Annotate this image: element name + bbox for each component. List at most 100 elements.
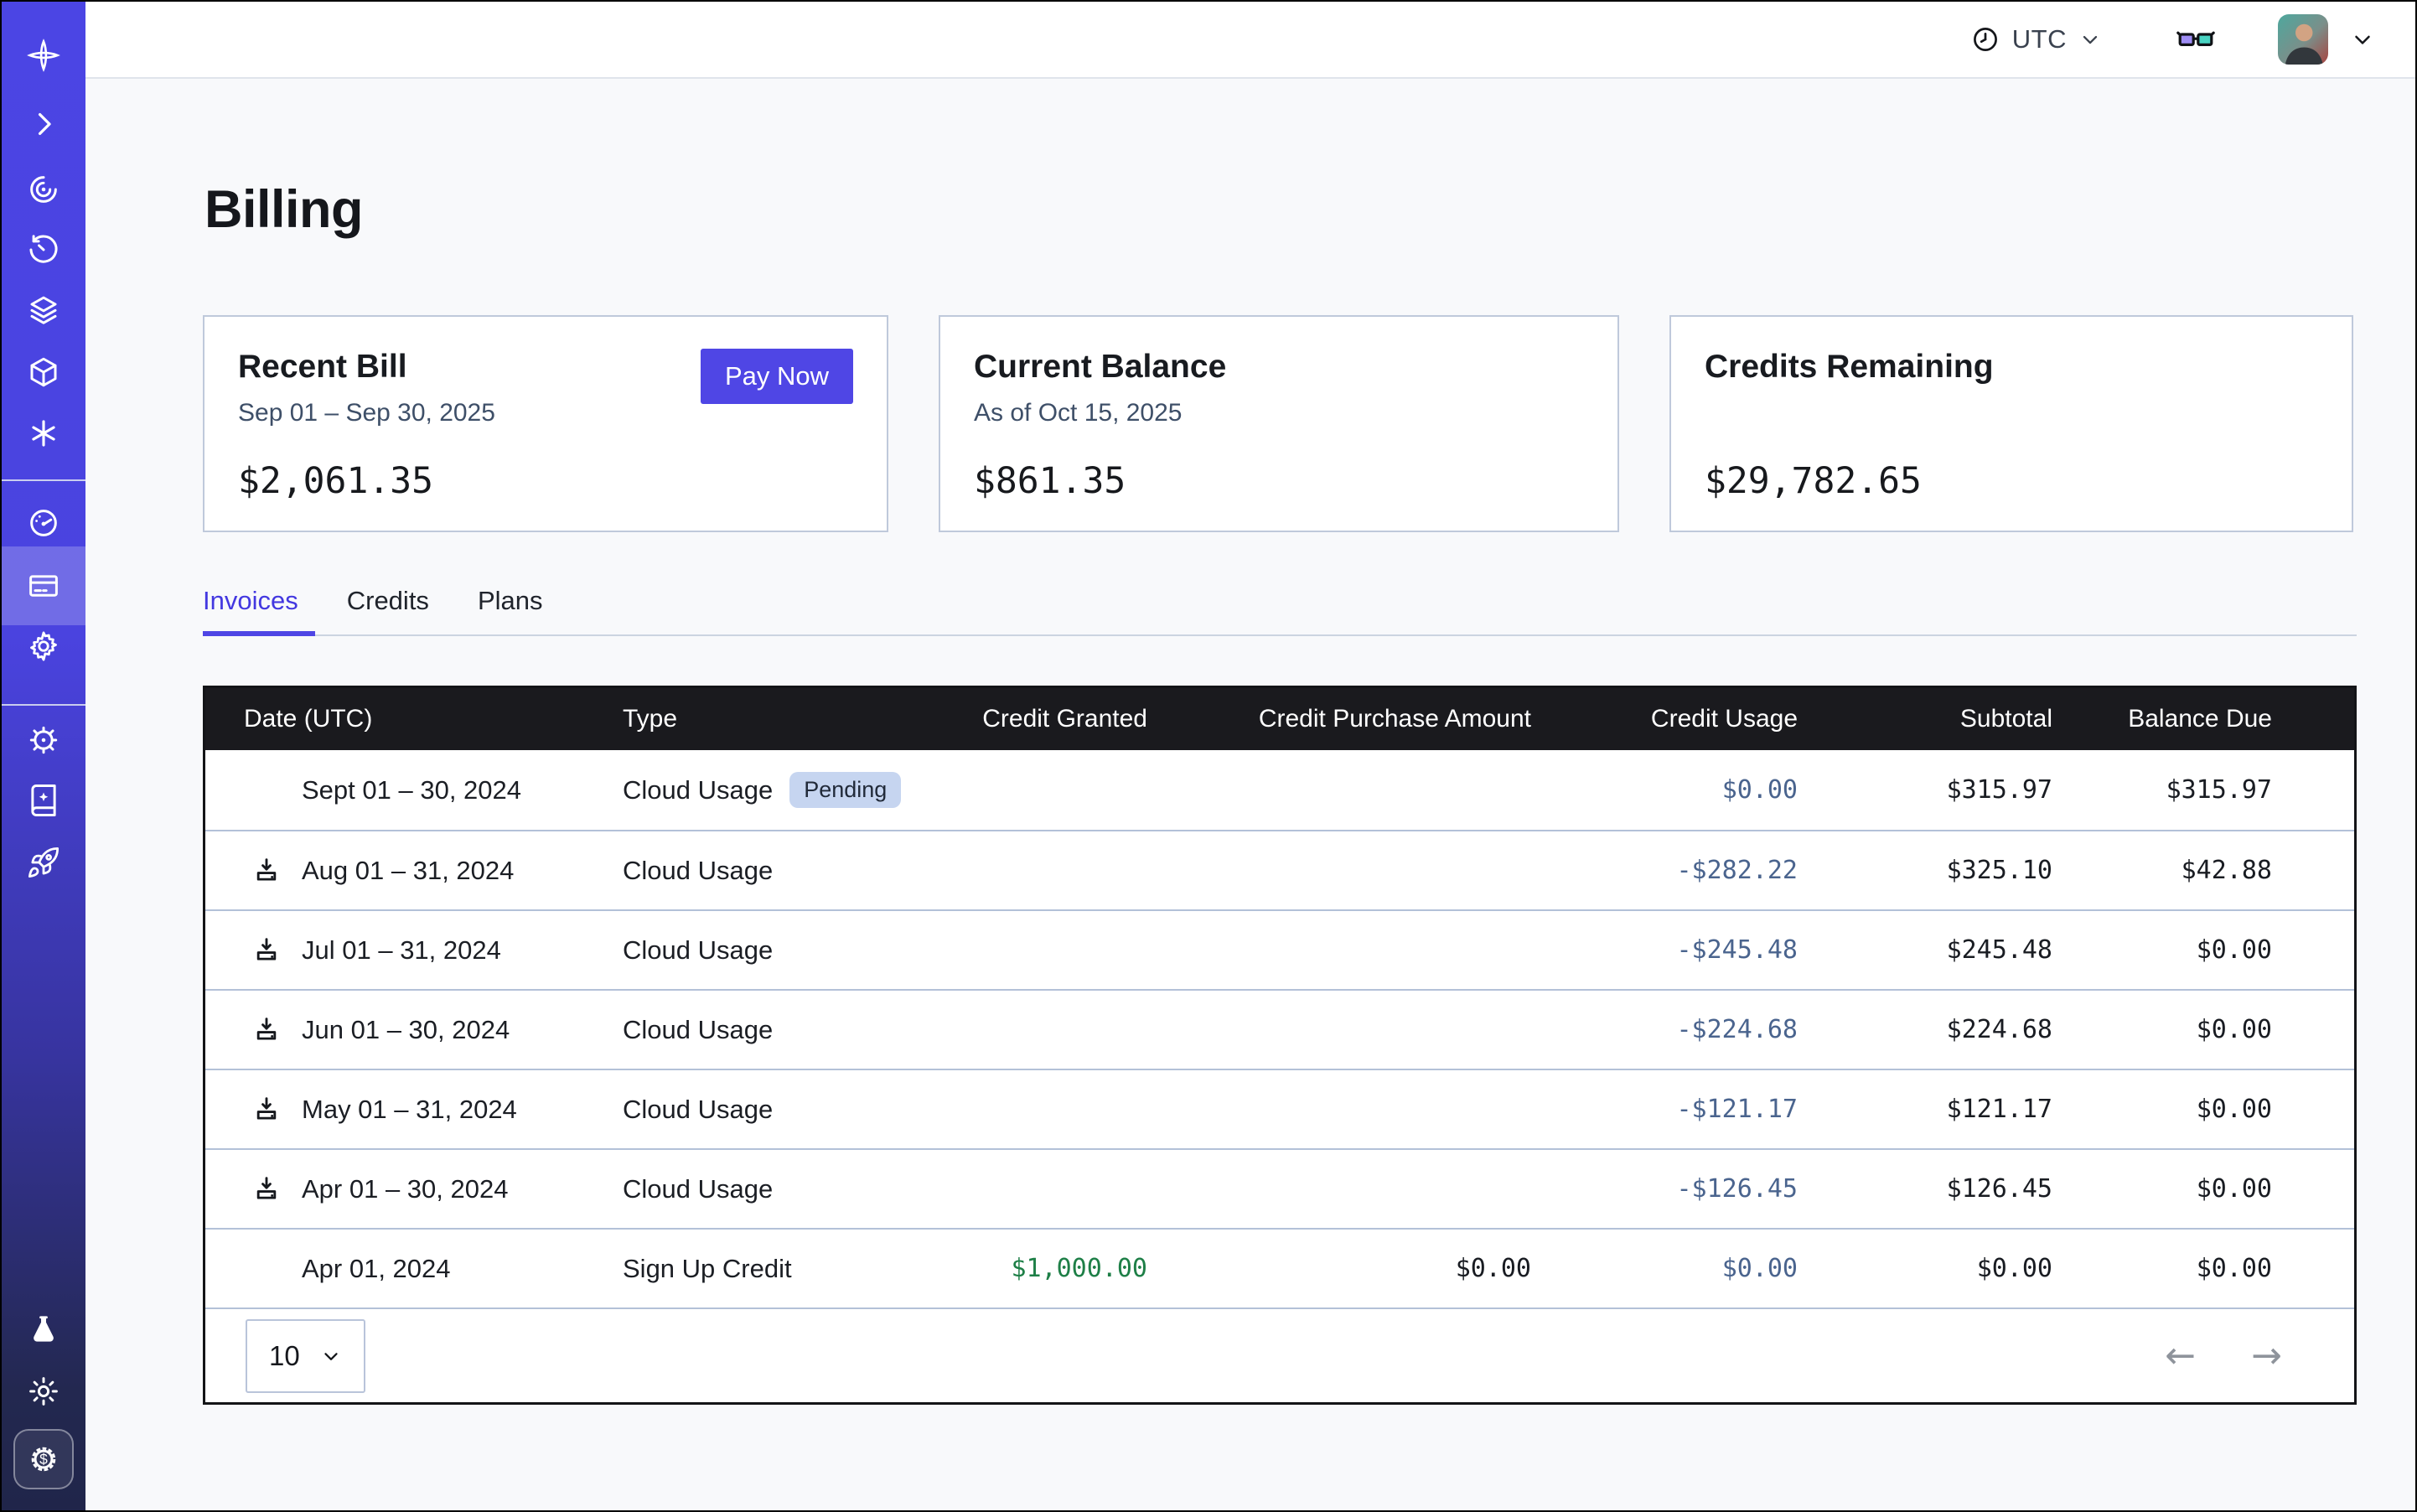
previous-page-button[interactable]: ← — [2165, 1338, 2196, 1375]
tab-plans[interactable]: Plans — [478, 586, 543, 638]
recent-bill-amount: $2,061.35 — [238, 460, 433, 502]
table-row: Aug 01 – 31, 2024 Cloud Usage -$282.22$325… — [205, 830, 2354, 909]
table-row: Sept 01 – 30, 2024 Cloud Usage Pending $0.0… — [205, 750, 2354, 830]
chevron-down-icon — [2078, 28, 2102, 51]
cube-icon — [26, 355, 61, 390]
theme-toggle[interactable] — [2, 1359, 85, 1423]
download-invoice-button[interactable] — [251, 935, 282, 966]
invoice-rows: Sept 01 – 30, 2024 Cloud Usage Pending $0.0… — [205, 750, 2354, 1307]
invoice-balance-due: $315.97 — [2052, 775, 2272, 805]
table-row: Jun 01 – 30, 2024 Cloud Usage -$224.68$224… — [205, 989, 2354, 1069]
invoice-date: Sept 01 – 30, 2024 — [302, 775, 521, 805]
invoice-credit-purchase-amount: $0.00 — [1147, 1254, 1531, 1283]
pay-now-button[interactable]: Pay Now — [701, 349, 853, 404]
account-menu-button[interactable] — [2350, 27, 2375, 52]
invoice-credit-usage: $0.00 — [1531, 775, 1798, 805]
credits-remaining-card: Credits Remaining $29,782.65 — [1669, 315, 2353, 532]
sidebar-item-docs[interactable] — [2, 769, 85, 832]
download-invoice-button[interactable] — [251, 1173, 282, 1205]
current-balance-amount: $861.35 — [974, 460, 1126, 502]
reader-mode-button[interactable] — [2176, 19, 2216, 60]
sidebar-item-settings[interactable] — [2, 614, 85, 678]
invoice-type-cell: Cloud Usage — [599, 856, 943, 886]
sidebar-item-getting-started[interactable] — [2, 831, 85, 894]
chevron-down-icon — [320, 1345, 342, 1367]
sidebar-item-functions[interactable] — [2, 401, 85, 465]
tabs-divider — [203, 634, 2357, 636]
invoice-date: Aug 01 – 31, 2024 — [302, 856, 514, 886]
sidebar-item-packages[interactable] — [2, 340, 85, 404]
invoice-type: Cloud Usage — [623, 1015, 773, 1045]
invoice-date-cell: Aug 01 – 31, 2024 — [205, 856, 599, 886]
invoice-type-cell: Sign Up Credit — [599, 1254, 943, 1284]
download-invoice-button[interactable] — [251, 1014, 282, 1046]
labs-flask-icon — [26, 1313, 61, 1348]
recent-bill-period: Sep 01 – Sep 30, 2025 — [238, 399, 495, 427]
billing-tabs: Invoices Credits Plans — [203, 586, 542, 638]
settings-gear-icon — [26, 629, 61, 664]
pending-badge: Pending — [789, 772, 901, 808]
invoice-subtotal: $325.10 — [1798, 856, 2052, 885]
sidebar-item-billing[interactable] — [2, 546, 85, 625]
credits-remaining-title: Credits Remaining — [1705, 349, 2318, 386]
column-header-date: Date (UTC) — [205, 705, 599, 733]
timezone-selector[interactable]: UTC — [1970, 24, 2102, 54]
invoice-subtotal: $315.97 — [1798, 775, 2052, 805]
sidebar-collapse-toggle[interactable] — [2, 92, 85, 156]
invoice-subtotal: $126.45 — [1798, 1174, 2052, 1204]
table-header: Date (UTC) Type Credit Granted Credit Pu… — [205, 688, 2354, 750]
invoice-type-cell: Cloud Usage — [599, 1015, 943, 1045]
table-row: Apr 01 – 30, 2024Cloud Usage-$126.45$126… — [205, 1148, 2354, 1228]
column-header-credit-purchase-amount: Credit Purchase Amount — [1147, 705, 1531, 733]
download-invoice-button[interactable] — [251, 1094, 282, 1126]
invoice-subtotal: $224.68 — [1798, 1015, 2052, 1044]
table-row: Jul 01 – 31, 2024Cloud Usage-$245.48$245… — [205, 909, 2354, 989]
column-header-credit-granted: Credit Granted — [943, 705, 1147, 733]
invoice-date: May 01 – 31, 2024 — [302, 1095, 517, 1125]
sidebar-item-support[interactable] — [2, 708, 85, 772]
current-balance-title: Current Balance — [974, 349, 1584, 386]
credits-rewards-button[interactable]: $ — [13, 1429, 74, 1489]
invoice-balance-due: $0.00 — [2052, 935, 2272, 965]
invoice-type: Cloud Usage — [623, 856, 773, 886]
invoice-credit-usage: -$282.22 — [1531, 856, 1798, 885]
invoice-credit-usage: -$121.17 — [1531, 1095, 1798, 1124]
page-size-select[interactable]: 10 — [246, 1319, 365, 1393]
download-icon — [251, 1173, 282, 1205]
invoice-type-cell: Cloud Usage — [599, 935, 943, 966]
credits-dollar-badge-icon: $ — [25, 1441, 62, 1478]
download-invoice-button[interactable] — [251, 855, 282, 887]
next-page-button[interactable]: → — [2251, 1338, 2282, 1375]
user-avatar[interactable] — [2278, 14, 2328, 65]
sidebar-item-usage[interactable] — [2, 491, 85, 555]
sidebar-item-observe[interactable] — [2, 158, 85, 221]
logo-icon — [26, 38, 61, 73]
svg-text:$: $ — [39, 1451, 48, 1468]
tab-credits[interactable]: Credits — [347, 586, 429, 638]
sidebar-item-labs[interactable] — [2, 1298, 85, 1362]
invoice-type: Cloud Usage — [623, 1174, 773, 1204]
logo[interactable] — [2, 23, 85, 87]
history-icon — [26, 232, 61, 267]
download-icon — [251, 1094, 282, 1126]
current-balance-card: Current Balance As of Oct 15, 2025 $861.… — [939, 315, 1619, 532]
tab-invoices[interactable]: Invoices — [203, 586, 298, 638]
invoice-type-cell: Cloud Usage — [599, 1095, 943, 1125]
billing-card-icon — [26, 568, 61, 603]
asterisk-icon — [26, 416, 61, 451]
current-balance-as-of: As of Oct 15, 2025 — [974, 399, 1584, 427]
sidebar-item-layers[interactable] — [2, 278, 85, 342]
invoice-type: Cloud Usage — [623, 775, 773, 805]
clock-icon — [1970, 24, 2000, 54]
usage-gauge-icon — [26, 505, 61, 541]
download-icon — [251, 935, 282, 966]
rocket-icon — [26, 845, 61, 880]
table-row: Apr 01, 2024Sign Up Credit$1,000.00$0.00… — [205, 1228, 2354, 1307]
page-size-value: 10 — [269, 1340, 300, 1372]
invoice-date-cell: Jun 01 – 30, 2024 — [205, 1015, 599, 1045]
sidebar-divider — [2, 704, 85, 706]
sidebar-item-history[interactable] — [2, 218, 85, 282]
invoice-subtotal: $0.00 — [1798, 1254, 2052, 1283]
invoice-credit-usage: -$224.68 — [1531, 1015, 1798, 1044]
support-wheel-icon — [26, 722, 61, 758]
